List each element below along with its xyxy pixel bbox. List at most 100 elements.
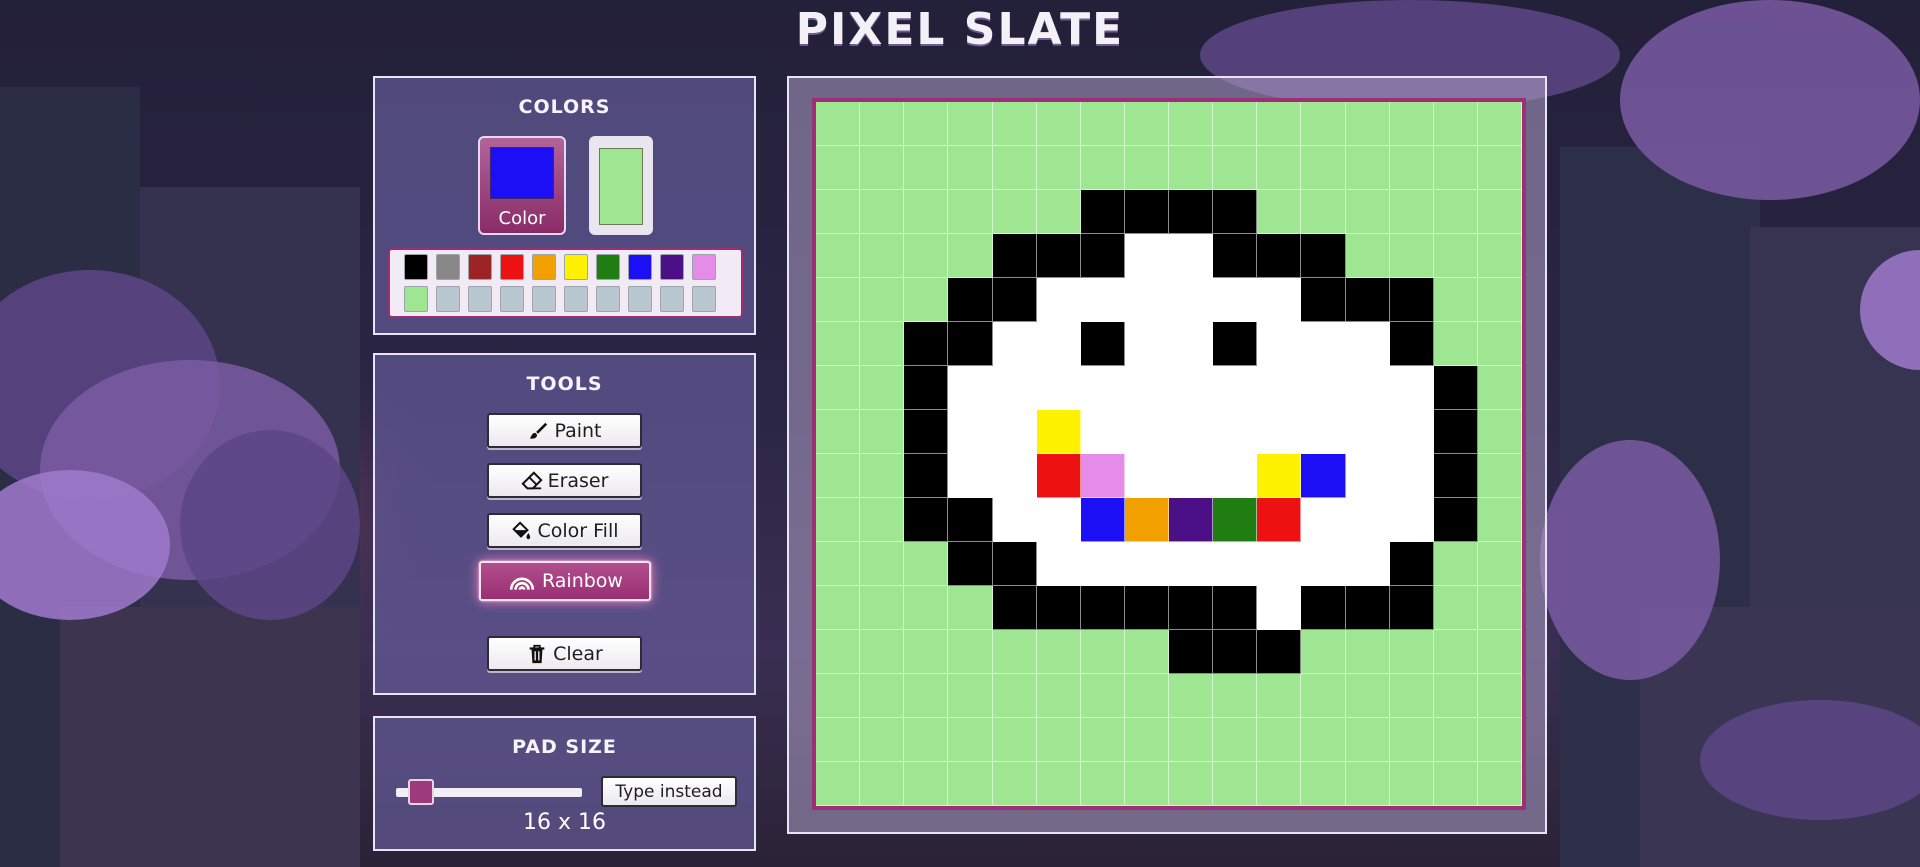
pixel-cell[interactable] (1477, 586, 1522, 630)
pixel-cell[interactable] (1345, 454, 1390, 498)
pixel-cell[interactable] (992, 454, 1037, 498)
pixel-cell[interactable] (1389, 674, 1434, 718)
pixel-cell[interactable] (948, 234, 993, 278)
pixel-cell[interactable] (1477, 498, 1522, 542)
pixel-cell[interactable] (1433, 498, 1478, 542)
pixel-cell[interactable] (1080, 586, 1125, 630)
pixel-cell[interactable] (1345, 674, 1390, 718)
pixel-cell[interactable] (1389, 410, 1434, 454)
pixel-cell[interactable] (904, 190, 949, 234)
pixel-cell[interactable] (1124, 146, 1169, 190)
palette-swatch[interactable] (564, 286, 588, 312)
pixel-cell[interactable] (1301, 234, 1346, 278)
pixel-cell[interactable] (948, 278, 993, 322)
pixel-cell[interactable] (816, 146, 861, 190)
pixel-cell[interactable] (1389, 586, 1434, 630)
pixel-cell[interactable] (1433, 454, 1478, 498)
pixel-cell[interactable] (1477, 542, 1522, 586)
palette-swatch[interactable] (692, 254, 716, 280)
pixel-cell[interactable] (1389, 102, 1434, 146)
palette-swatch[interactable] (500, 286, 524, 312)
pixel-cell[interactable] (1036, 146, 1081, 190)
pixel-cell[interactable] (860, 102, 905, 146)
pixel-cell[interactable] (1169, 234, 1214, 278)
pixel-cell[interactable] (1036, 234, 1081, 278)
pixel-cell[interactable] (1345, 278, 1390, 322)
pixel-cell[interactable] (1257, 190, 1302, 234)
type-instead-button[interactable]: Type instead (601, 776, 737, 807)
pixel-cell[interactable] (1389, 190, 1434, 234)
palette-swatch[interactable] (532, 286, 556, 312)
palette-swatch[interactable] (596, 286, 620, 312)
palette-swatch[interactable] (660, 286, 684, 312)
pixel-cell[interactable] (816, 234, 861, 278)
pixel-cell[interactable] (948, 102, 993, 146)
pixel-cell[interactable] (1036, 586, 1081, 630)
pixel-cell[interactable] (1257, 322, 1302, 366)
pixel-cell[interactable] (1257, 366, 1302, 410)
pixel-cell[interactable] (1433, 322, 1478, 366)
pixel-cell[interactable] (1080, 454, 1125, 498)
pixel-cell[interactable] (992, 586, 1037, 630)
pixel-cell[interactable] (1301, 586, 1346, 630)
palette-swatch[interactable] (468, 286, 492, 312)
pixel-cell[interactable] (860, 234, 905, 278)
pixel-cell[interactable] (1169, 454, 1214, 498)
palette-swatch[interactable] (628, 286, 652, 312)
pixel-cell[interactable] (1301, 630, 1346, 674)
pixel-cell[interactable] (1433, 234, 1478, 278)
pixel-cell[interactable] (904, 542, 949, 586)
palette-swatch[interactable] (436, 254, 460, 280)
pixel-cell[interactable] (1257, 454, 1302, 498)
pixel-cell[interactable] (904, 454, 949, 498)
pixel-cell[interactable] (1124, 234, 1169, 278)
pixel-cell[interactable] (992, 102, 1037, 146)
pixel-cell[interactable] (948, 498, 993, 542)
pixel-cell[interactable] (1257, 102, 1302, 146)
pixel-cell[interactable] (860, 146, 905, 190)
pixel-cell[interactable] (1345, 322, 1390, 366)
pixel-cell[interactable] (860, 498, 905, 542)
pixel-cell[interactable] (948, 718, 993, 762)
pixel-cell[interactable] (1169, 762, 1214, 806)
pixel-cell[interactable] (1124, 410, 1169, 454)
pixel-cell[interactable] (904, 322, 949, 366)
pixel-cell[interactable] (1345, 410, 1390, 454)
pixel-cell[interactable] (1301, 762, 1346, 806)
pixel-cell[interactable] (1169, 542, 1214, 586)
pixel-cell[interactable] (860, 630, 905, 674)
pixel-cell[interactable] (1036, 102, 1081, 146)
pixel-cell[interactable] (1301, 146, 1346, 190)
pixel-cell[interactable] (1213, 278, 1258, 322)
pixel-cell[interactable] (860, 278, 905, 322)
pixel-cell[interactable] (1036, 762, 1081, 806)
palette-swatch[interactable] (628, 254, 652, 280)
pixel-cell[interactable] (1477, 146, 1522, 190)
palette-swatch[interactable] (660, 254, 684, 280)
pixel-cell[interactable] (1213, 410, 1258, 454)
pixel-grid[interactable] (816, 102, 1522, 806)
pixel-cell[interactable] (1036, 366, 1081, 410)
pixel-cell[interactable] (1301, 366, 1346, 410)
pixel-cell[interactable] (948, 586, 993, 630)
pixel-cell[interactable] (1080, 146, 1125, 190)
pixel-cell[interactable] (1213, 322, 1258, 366)
pixel-cell[interactable] (1345, 366, 1390, 410)
pixel-cell[interactable] (948, 630, 993, 674)
pixel-cell[interactable] (1477, 102, 1522, 146)
palette-swatch[interactable] (596, 254, 620, 280)
pixel-cell[interactable] (1257, 586, 1302, 630)
pixel-cell[interactable] (860, 542, 905, 586)
pixel-cell[interactable] (1477, 366, 1522, 410)
pixel-cell[interactable] (1301, 542, 1346, 586)
pixel-cell[interactable] (1036, 278, 1081, 322)
pixel-cell[interactable] (1477, 762, 1522, 806)
pixel-cell[interactable] (1345, 102, 1390, 146)
pixel-cell[interactable] (1124, 102, 1169, 146)
pixel-cell[interactable] (992, 718, 1037, 762)
pixel-cell[interactable] (1213, 190, 1258, 234)
pixel-cell[interactable] (992, 234, 1037, 278)
pixel-cell[interactable] (1389, 498, 1434, 542)
pixel-cell[interactable] (1389, 278, 1434, 322)
pixel-cell[interactable] (1433, 762, 1478, 806)
